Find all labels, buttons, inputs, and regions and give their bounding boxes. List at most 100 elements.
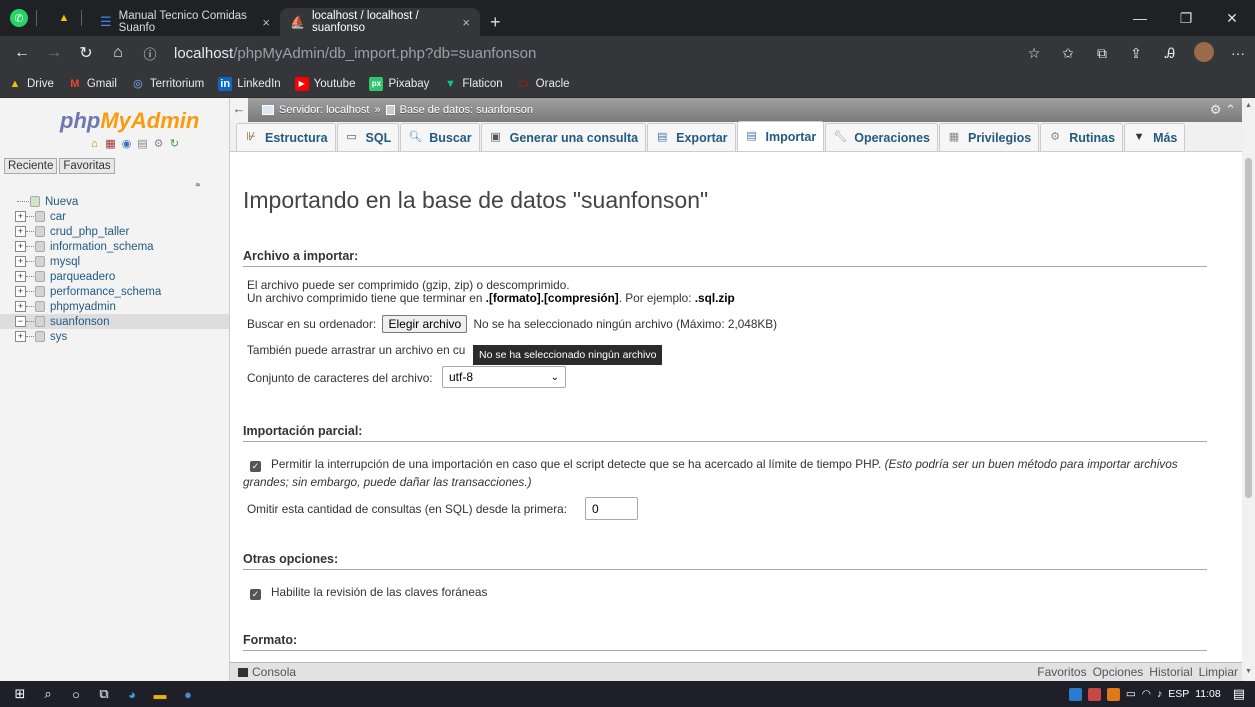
allow-interrupt-checkbox[interactable]: ✓ [250, 461, 261, 472]
bookmark-pixabay[interactable]: px Pixabay [369, 76, 429, 91]
tab-mas[interactable]: ▼ Más [1124, 123, 1186, 151]
tab-privilegios[interactable]: ▦ Privilegios [938, 123, 1040, 151]
link-icon[interactable]: ⚭ [194, 180, 202, 191]
expand-icon[interactable]: + [15, 256, 26, 267]
tab-estructura[interactable]: ⊮ Estructura [236, 123, 336, 151]
tree-db-performance-schema[interactable]: + performance_schema [0, 284, 229, 299]
tab-exportar[interactable]: ▤ Exportar [647, 123, 736, 151]
console-options-link[interactable]: Opciones [1093, 665, 1144, 679]
breadcrumb-server[interactable]: Servidor: localhost [279, 104, 370, 116]
clock[interactable]: 11:08 [1195, 688, 1221, 700]
tree-db-parqueadero[interactable]: + parqueadero [0, 269, 229, 284]
home-icon[interactable]: ⌂ [88, 138, 101, 151]
docs-icon[interactable]: ▤ [136, 138, 149, 151]
logout-icon[interactable]: ▦ [104, 138, 117, 151]
tab-rutinas[interactable]: ⚙ Rutinas [1040, 123, 1124, 151]
favorites-list-icon[interactable]: ✩ [1051, 45, 1085, 62]
app-icon[interactable]: ● [174, 687, 202, 702]
expand-icon[interactable]: + [15, 211, 26, 222]
scroll-up-icon[interactable]: ▲ [1245, 102, 1252, 109]
whatsapp-icon[interactable]: ✆ [10, 9, 28, 27]
fk-checks-checkbox[interactable]: ✓ [250, 589, 261, 600]
tree-db-suanfonson[interactable]: − suanfonson [0, 314, 229, 329]
url-field[interactable]: localhost/phpMyAdmin/db_import.php?db=su… [174, 45, 536, 62]
tree-db-sys[interactable]: + sys [0, 329, 229, 344]
edge-icon[interactable]: ◕ [118, 687, 146, 702]
volume-icon[interactable]: ♪ [1157, 688, 1162, 700]
minimize-icon[interactable]: — [1117, 10, 1163, 27]
wifi-icon[interactable]: ◠ [1142, 688, 1151, 700]
new-tab-button[interactable]: + [480, 8, 511, 36]
reload-icon[interactable]: ↻ [168, 138, 181, 151]
home-icon[interactable]: ⌂ [102, 44, 134, 62]
tab-generar-consulta[interactable]: ▣ Generar una consulta [480, 123, 647, 151]
cortana-icon[interactable]: ○ [62, 687, 90, 702]
tree-db-mysql[interactable]: + mysql [0, 254, 229, 269]
info-icon[interactable]: ⓘ [134, 44, 166, 63]
language-indicator[interactable]: ESP [1168, 688, 1189, 700]
console-history-link[interactable]: Historial [1149, 665, 1192, 679]
charset-select[interactable]: utf-8 ⌄ [442, 366, 566, 388]
close-tab-icon[interactable]: × [462, 15, 470, 30]
expand-icon[interactable]: + [15, 241, 26, 252]
console-bar[interactable]: Consola Favoritos Opciones Historial Lim… [230, 662, 1242, 681]
tab-operaciones[interactable]: 🔧︎ Operaciones [825, 123, 938, 151]
console-label[interactable]: Consola [252, 665, 296, 679]
choose-file-button[interactable]: Elegir archivo [382, 315, 468, 333]
collapse-icon[interactable]: − [15, 316, 26, 327]
scrollbar-thumb[interactable] [1245, 158, 1252, 498]
bookmark-flaticon[interactable]: ▼ Flaticon [443, 77, 503, 91]
file-explorer-icon[interactable]: ▬ [146, 687, 174, 702]
close-tab-icon[interactable]: × [262, 15, 270, 30]
bookmark-territorium[interactable]: ◎ Territorium [131, 77, 204, 91]
expand-icon[interactable]: + [15, 331, 26, 342]
read-aloud-icon[interactable]: Ꭿ [1153, 45, 1187, 62]
tree-db-phpmyadmin[interactable]: + phpmyadmin [0, 299, 229, 314]
bookmark-youtube[interactable]: ▶ Youtube [294, 76, 355, 91]
tree-db-information-schema[interactable]: + information_schema [0, 239, 229, 254]
maximize-icon[interactable]: ❐ [1163, 10, 1209, 27]
help-icon[interactable]: ◉ [120, 138, 133, 151]
tab-importar[interactable]: ▤ Importar [736, 121, 825, 151]
tab-manual-tecnico[interactable]: ☰ Manual Tecnico Comidas Suanfo × [90, 8, 280, 36]
expand-icon[interactable]: + [15, 301, 26, 312]
bookmark-drive[interactable]: ▲ Drive [8, 77, 54, 91]
skip-queries-input[interactable] [585, 497, 638, 520]
page-scrollbar[interactable]: ▲ ▼ [1242, 98, 1255, 681]
console-favorites-link[interactable]: Favoritos [1037, 665, 1086, 679]
drive-icon[interactable]: ▲ [55, 9, 73, 27]
gear-icon[interactable]: ⚙ [152, 138, 165, 151]
bookmark-oracle[interactable]: ⬭ Oracle [517, 77, 570, 91]
tab-sql[interactable]: ▭ SQL [336, 123, 400, 151]
notifications-icon[interactable]: ▤ [1233, 686, 1245, 702]
back-icon[interactable]: ← [6, 44, 38, 62]
expand-icon[interactable]: + [15, 286, 26, 297]
expand-icon[interactable]: + [15, 271, 26, 282]
share-icon[interactable]: ⇪ [1119, 45, 1153, 62]
battery-icon[interactable]: ▭ [1126, 688, 1136, 700]
favorites-tab[interactable]: Favoritas [59, 158, 115, 174]
onedrive-icon[interactable] [1068, 687, 1082, 701]
tree-db-crud-php-taller[interactable]: + crud_php_taller [0, 224, 229, 239]
windows-start-icon[interactable]: ⊞ [6, 686, 34, 702]
tab-buscar[interactable]: 🔍︎ Buscar [400, 123, 480, 151]
close-window-icon[interactable]: ✕ [1209, 10, 1255, 27]
avatar[interactable] [1187, 41, 1221, 65]
gear-icon[interactable]: ⚙ ⌃ [1210, 102, 1236, 118]
tree-db-car[interactable]: + car [0, 209, 229, 224]
fk-checks-row[interactable]: ✓ Habilite la revisión de las claves forá… [247, 585, 487, 600]
favorite-star-icon[interactable]: ☆ [1017, 45, 1051, 62]
recent-tab[interactable]: Reciente [4, 158, 58, 174]
reload-icon[interactable]: ↻ [70, 43, 102, 63]
tree-new-database[interactable]: Nueva [0, 194, 229, 209]
task-view-icon[interactable]: ⧉ [90, 686, 118, 702]
allow-interrupt-row[interactable]: ✓ Permitir la interrupción de una importa… [247, 457, 1178, 472]
bookmark-linkedin[interactable]: in LinkedIn [218, 76, 281, 91]
forward-icon[interactable]: → [38, 44, 70, 62]
expand-icon[interactable]: + [15, 226, 26, 237]
scroll-down-icon[interactable]: ▼ [1245, 668, 1252, 675]
search-icon[interactable]: ⌕ [34, 686, 62, 702]
pma-logo[interactable]: phpMyAdmin [60, 108, 199, 134]
collections-icon[interactable]: ⧉ [1085, 45, 1119, 62]
toggle-navigation-icon[interactable]: ← [230, 98, 248, 122]
